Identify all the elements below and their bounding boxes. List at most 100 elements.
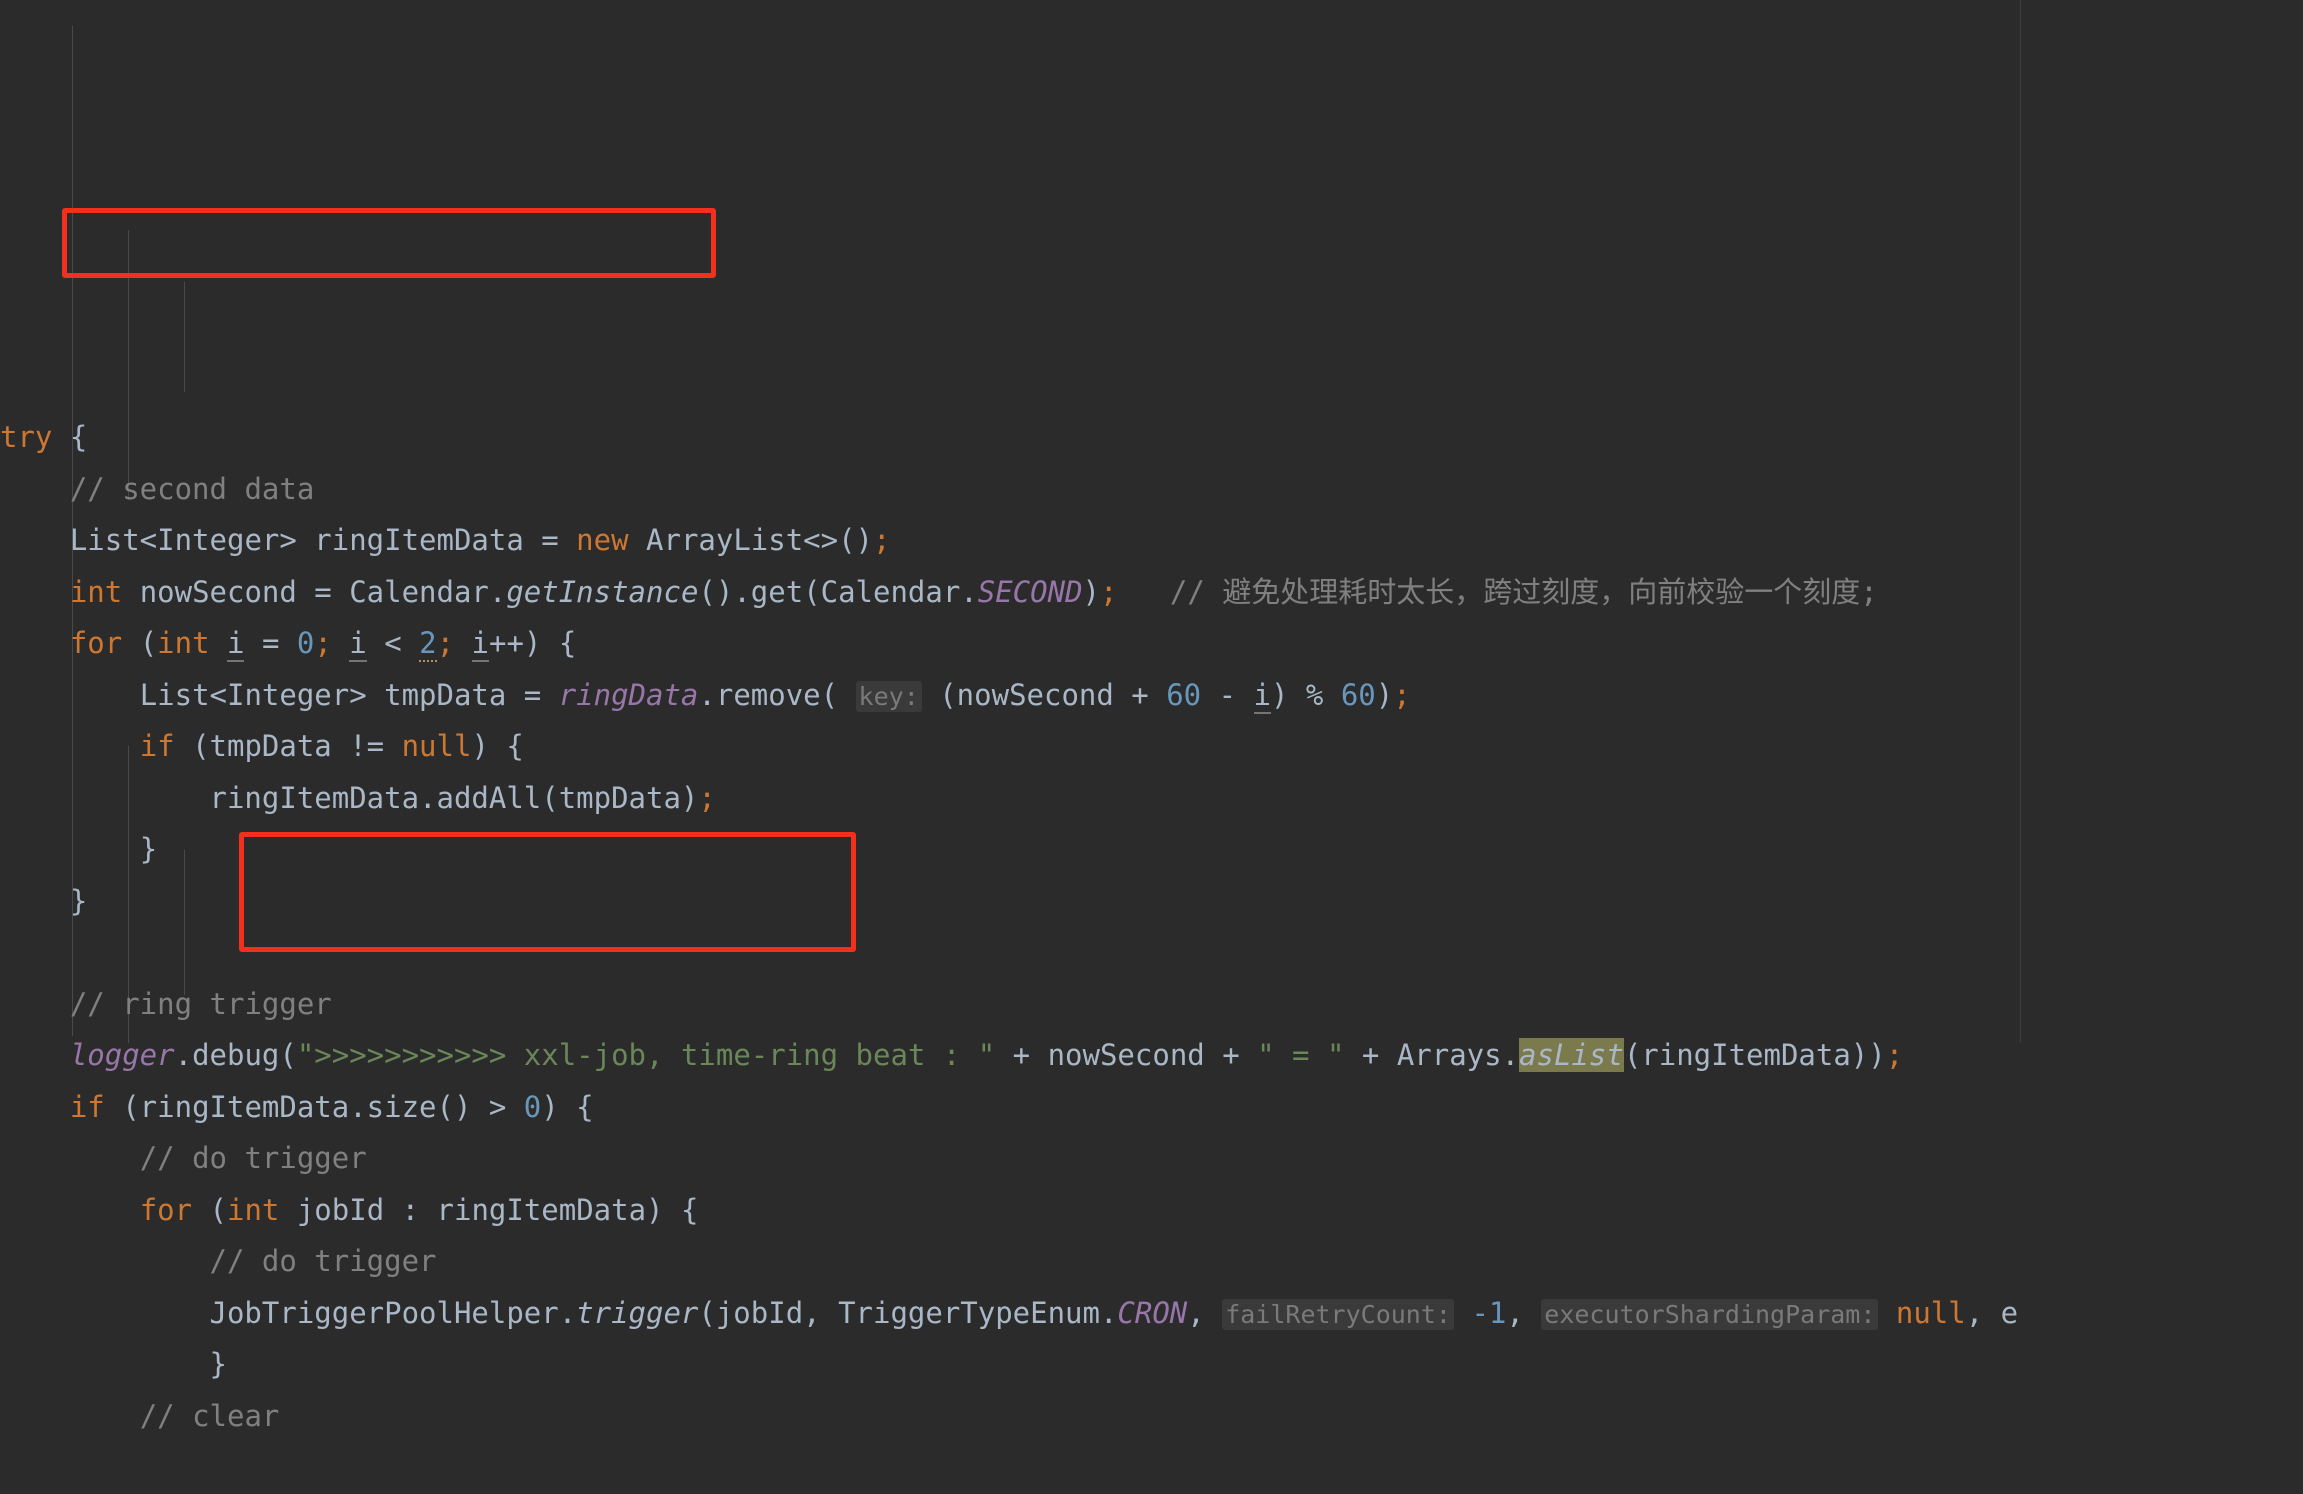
code-token: ) { — [471, 729, 524, 763]
code-line: for (int jobId : ringItemData) { — [0, 1185, 2303, 1237]
code-token: try — [0, 420, 53, 454]
code-token: i — [349, 626, 367, 662]
code-token: // do trigger — [139, 1141, 367, 1175]
code-token: 60 — [1340, 677, 1376, 712]
code-token: .remove( — [698, 677, 856, 712]
code-token: new — [576, 523, 629, 557]
code-token: ) — [1082, 574, 1100, 609]
code-token: (nowSecond + — [921, 677, 1167, 712]
code-token: -1 — [1471, 1295, 1507, 1330]
code-token: List<Integer> tmpData = — [139, 677, 559, 712]
code-token: } — [139, 832, 158, 866]
code-line: logger.debug(">>>>>>>>>>> xxl-job, time-… — [0, 1030, 2303, 1082]
code-token: asList — [1519, 1038, 1624, 1072]
code-token: ArrayList<>() — [628, 523, 873, 557]
code-token: i — [227, 626, 245, 662]
code-token: 0 — [523, 1089, 542, 1124]
code-token: ">>>>>>>>>>> xxl-job, time-ring beat : " — [296, 1038, 996, 1072]
code-token: { — [52, 420, 88, 454]
code-line: // clear — [0, 1391, 2303, 1443]
code-token: ().get(Calendar. — [698, 574, 978, 609]
code-token: - — [1201, 677, 1254, 712]
code-token: i — [471, 626, 490, 662]
code-token: ; — [1100, 574, 1118, 609]
code-line: // ring trigger — [0, 979, 2303, 1031]
code-line: // do trigger — [0, 1236, 2303, 1288]
code-token: // clear — [139, 1398, 280, 1433]
code-token: CRON — [1117, 1295, 1188, 1330]
code-token: (tmpData != — [174, 729, 402, 763]
code-token: for — [69, 626, 123, 660]
code-token: ringItemData.addAll(tmpData) — [209, 780, 699, 815]
code-token: } — [209, 1347, 227, 1381]
code-token: JobTriggerPoolHelper. — [209, 1295, 577, 1330]
code-token: failRetryCount: — [1222, 1298, 1454, 1330]
code-token: for — [139, 1192, 193, 1227]
trailing-comment: // 避免处理耗时太长，跨过刻度，向前校验一个刻度; — [1169, 574, 1878, 609]
code-token: ; — [698, 780, 716, 815]
code-token: = — [244, 626, 297, 660]
code-token: executorShardingParam: — [1541, 1298, 1879, 1330]
code-editor[interactable]: try { // second data List<Integer> ringI… — [0, 0, 2303, 1433]
code-token: if — [69, 1089, 105, 1124]
code-token: if — [139, 729, 175, 763]
code-token: + nowSecond + — [995, 1038, 1258, 1072]
code-token: List<Integer> ringItemData = — [69, 523, 577, 557]
code-line: int nowSecond = Calendar.getInstance().g… — [0, 567, 2303, 619]
code-token: ) — [1375, 677, 1394, 712]
code-line: } — [0, 1339, 2303, 1391]
code-line: try { — [0, 412, 2303, 464]
code-token: int — [227, 1192, 280, 1227]
code-token: , — [1187, 1295, 1223, 1330]
code-line: if (ringItemData.size() > 0) { — [0, 1082, 2303, 1134]
code-token: null — [401, 729, 472, 763]
code-token: SECOND — [977, 574, 1083, 609]
code-token: trigger — [576, 1295, 699, 1330]
code-token: ; — [1393, 677, 1411, 712]
indent-guide-level-3 — [184, 282, 185, 392]
code-token: , — [1506, 1295, 1542, 1330]
code-line: JobTriggerPoolHelper.trigger(jobId, Trig… — [0, 1288, 2303, 1340]
code-token: " = " — [1257, 1038, 1345, 1072]
code-line: if (tmpData != null) { — [0, 721, 2303, 773]
code-token: < — [366, 626, 420, 660]
code-token: ++) { — [489, 626, 577, 660]
code-token: 0 — [296, 626, 315, 660]
code-token: (ringItemData.size() > — [104, 1089, 524, 1124]
code-line: } — [0, 824, 2303, 876]
code-token: // do trigger — [209, 1244, 437, 1278]
code-token: ; — [436, 626, 455, 660]
code-token: jobId : ringItemData) { — [279, 1192, 699, 1227]
code-token: ) { — [541, 1089, 594, 1124]
code-token: 2 — [419, 626, 437, 662]
code-token: } — [69, 883, 88, 918]
code-token: 60 — [1166, 677, 1202, 712]
code-token: nowSecond = Calendar. — [122, 574, 507, 609]
code-token: ringData — [558, 677, 699, 712]
code-token: ( — [192, 1192, 227, 1227]
code-token: ; — [314, 626, 332, 660]
code-token: .debug( — [174, 1038, 297, 1072]
code-line: // second data — [0, 464, 2303, 516]
code-token: i — [1253, 677, 1271, 714]
code-token: ; — [1885, 1038, 1904, 1072]
